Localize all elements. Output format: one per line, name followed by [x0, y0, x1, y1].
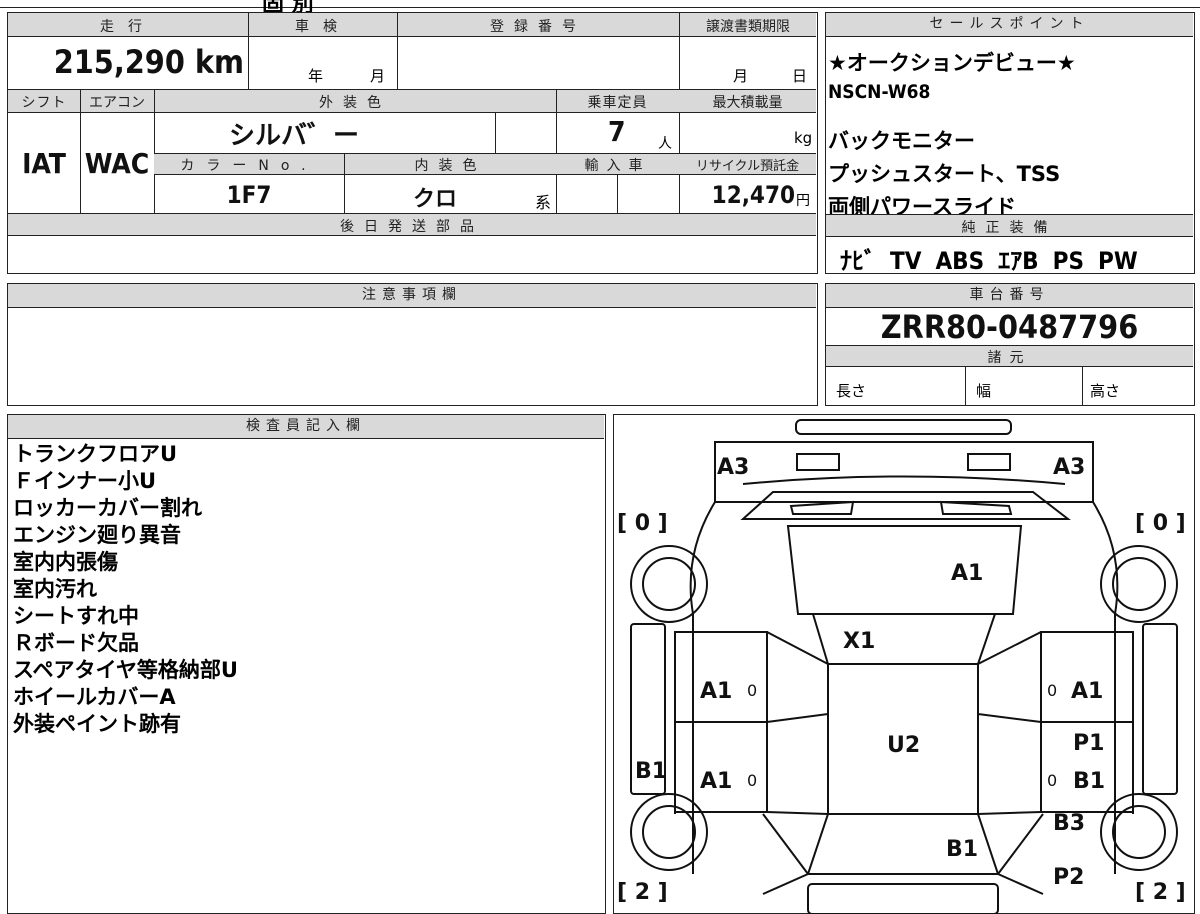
- sales-point-item: バックモニター: [828, 129, 975, 153]
- shift-label: シフト: [21, 95, 67, 111]
- dmg-right-p1: P1: [1073, 731, 1104, 756]
- tire-rear-right: [ 0 ]: [1135, 511, 1186, 536]
- chassis-label: 車台番号: [826, 284, 1193, 308]
- dmg-hood: B1: [946, 837, 978, 862]
- dmg-rear-left: A3: [717, 455, 749, 480]
- dmg-right-fender: B3: [1053, 811, 1085, 836]
- recycle-label: リサイクル預託金: [695, 159, 800, 174]
- car-diagram: A3 A3 [ 0 ] [ 0 ] [ 2 ] [ 2 ] A1 X1 A1 0…: [617, 418, 1186, 914]
- equipment-item: ABS: [935, 247, 985, 275]
- inspector-item: シートすれ中: [13, 604, 139, 628]
- inspector-item: ロッカーカバー割れ: [13, 496, 202, 520]
- inspector-item: エンジン廻り異音: [13, 523, 181, 547]
- transfer-deadline-label: 譲渡書類期限: [706, 19, 790, 35]
- sales-points-box: セールスポイント ★オークションデビュー★ NSCN-W68 バックモニター プ…: [825, 12, 1195, 276]
- mileage-label: 走行: [100, 19, 156, 35]
- shaken-month-label: 月: [370, 67, 386, 85]
- chassis-box: 車台番号 ZRR80-0487796 諸元 長さ 幅 高さ: [825, 283, 1195, 406]
- color-no-value: 1F7: [226, 181, 272, 209]
- dmg-roof: U2: [887, 733, 920, 758]
- recycle-value: 12,470: [711, 181, 795, 209]
- dmg-right-front-door-mark: 0: [1047, 771, 1057, 790]
- dmg-rear-glass: X1: [843, 629, 875, 654]
- dmg-right-rear-door-mark: 0: [1047, 681, 1057, 700]
- exterior-color-label: 外装色: [319, 95, 391, 111]
- transfer-day-label: 日: [792, 67, 808, 85]
- dmg-left-front-door: A1: [700, 769, 732, 794]
- sales-point-item: プッシュスタート、TSS: [828, 162, 1061, 186]
- dmg-left-sill: B1: [635, 759, 667, 784]
- dmg-front-right: P2: [1053, 865, 1084, 890]
- inspector-box: 検査員記入欄 トランクフロアU Ｆインナー小U ロッカーカバー割れ エンジン廻り…: [7, 414, 606, 914]
- recycle-unit: 円: [796, 193, 810, 209]
- aircon-label: エアコン: [89, 95, 145, 111]
- equipment-item: ｴｱB: [998, 247, 1039, 275]
- sales-point-item: ★オークションデビュー★: [828, 51, 1076, 75]
- dmg-left-rear-door-mark: 0: [747, 681, 757, 700]
- dmg-right-rear-door: A1: [1071, 679, 1103, 704]
- color-no-label: カラーNo.: [180, 158, 318, 174]
- specs-label: 諸元: [987, 350, 1032, 366]
- inspector-item: Ｒボード欠品: [13, 631, 139, 655]
- exterior-color-value: シルバ゛ー: [228, 121, 359, 151]
- sales-points-label: セールスポイント: [826, 13, 1193, 37]
- car-diagram-box: A3 A3 [ 0 ] [ 0 ] [ 2 ] [ 2 ] A1 X1 A1 0…: [613, 414, 1195, 914]
- shaken-year-label: 年: [308, 67, 324, 85]
- max-load-unit: kg: [794, 129, 813, 147]
- shaken-label: 車検: [295, 19, 351, 35]
- capacity-label: 乗車定員: [587, 95, 648, 111]
- capacity-unit: 人: [658, 136, 672, 152]
- max-load-label: 最大積載量: [712, 95, 783, 111]
- interior-color-suffix: 系: [535, 193, 552, 212]
- vehicle-info-table: 走行 車検 登録番号 譲渡書類期限 215,290 km 年 月 月 日 シフト…: [7, 12, 818, 274]
- capacity-value: 7: [608, 115, 626, 148]
- genuine-equipment-list: ﾅﾋﾞ TV ABS ｴｱB PS PW: [840, 241, 1138, 276]
- tire-front-left: [ 2 ]: [617, 880, 668, 905]
- spec-length: 長さ: [836, 382, 867, 400]
- inspector-label: 検査員記入欄: [8, 415, 604, 439]
- inspector-list: トランクフロアU Ｆインナー小U ロッカーカバー割れ エンジン廻り異音 室内内張…: [13, 441, 238, 738]
- notes-box: 注意事項欄: [7, 283, 818, 406]
- interior-color-label: 内装色: [414, 158, 487, 174]
- later-parts-label: 後日発送部品: [340, 219, 484, 235]
- equipment-item: ﾅﾋﾞ: [840, 247, 876, 275]
- spec-height: 高さ: [1090, 382, 1121, 400]
- spec-width: 幅: [976, 382, 992, 400]
- inspector-item: 室内汚れ: [13, 577, 97, 601]
- sales-point-item: NSCN-W68: [828, 81, 931, 103]
- chassis-value: ZRR80-0487796: [880, 308, 1139, 346]
- dmg-rear-right: A3: [1053, 455, 1085, 480]
- dmg-left-front-door-mark: 0: [747, 771, 757, 790]
- equipment-item: TV: [890, 247, 922, 275]
- equipment-item: PW: [1098, 247, 1138, 275]
- dmg-right-front-door: B1: [1073, 769, 1105, 794]
- dmg-left-rear-door: A1: [700, 679, 732, 704]
- shift-value: IAT: [22, 147, 66, 180]
- equipment-item: PS: [1052, 247, 1084, 275]
- transfer-month-label: 月: [733, 67, 749, 85]
- genuine-equipment-label: 純正装備: [961, 220, 1058, 236]
- inspector-item: ホイールカバーA: [13, 685, 176, 709]
- tire-rear-left: [ 0 ]: [617, 511, 668, 536]
- dmg-back-door: A1: [951, 561, 983, 586]
- import-car-label: 輸入車: [584, 158, 651, 174]
- registration-label: 登録番号: [490, 19, 586, 35]
- inspector-item: 外装ペイント跡有: [13, 712, 181, 736]
- interior-color-value: クロ: [412, 187, 457, 212]
- notes-label: 注意事項欄: [8, 284, 816, 308]
- aircon-value: WAC: [84, 147, 150, 180]
- inspector-item: トランクフロアU: [13, 442, 178, 466]
- top-strip: [0, 0, 1200, 8]
- tire-front-right: [ 2 ]: [1135, 880, 1186, 905]
- inspector-item: 室内内張傷: [13, 550, 118, 574]
- inspector-item: スペアタイヤ等格納部U: [13, 658, 238, 682]
- mileage-value: 215,290 km: [53, 43, 244, 81]
- inspector-item: Ｆインナー小U: [13, 469, 157, 493]
